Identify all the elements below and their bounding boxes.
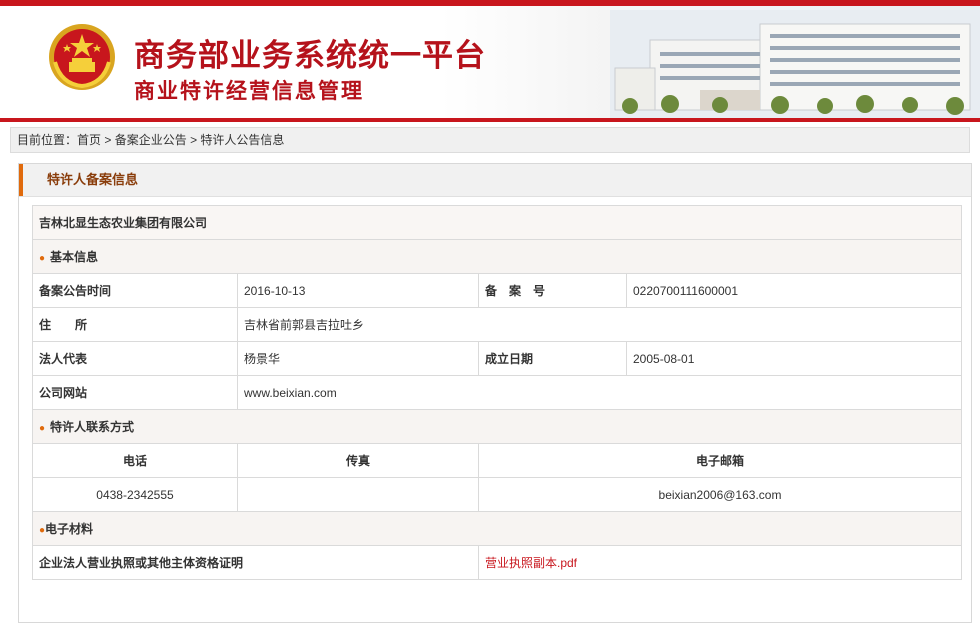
record-no-value: 0220700111600001 (625, 273, 963, 308)
founded-value: 2005-08-01 (625, 341, 963, 376)
table-row: 法人代表 杨景华 成立日期 2005-08-01 (32, 341, 963, 376)
ministry-building-image (610, 10, 980, 118)
fax-value (237, 477, 479, 512)
breadcrumb-separator: > (101, 133, 115, 147)
record-no-label: 备 案 号 (478, 273, 627, 308)
announce-time-value: 2016-10-13 (237, 273, 479, 308)
franchisor-record-panel: 特许人备案信息 吉林北显生态农业集团有限公司 ● 基本信息 备案公告时间 2016… (18, 163, 972, 623)
email-header: 电子邮箱 (477, 443, 963, 478)
fax-header: 传真 (237, 443, 479, 478)
panel-header: 特许人备案信息 (19, 164, 971, 197)
breadcrumb: 目前位置：首页 > 备案企业公告 > 特许人公告信息 (10, 127, 970, 153)
breadcrumb-announcements-link[interactable]: 备案企业公告 (115, 133, 187, 147)
company-name: 吉林北显生态农业集团有限公司 (31, 205, 963, 240)
breadcrumb-prefix: 目前位置： (17, 133, 78, 147)
table-row: 企业法人营业执照或其他主体资格证明 营业执照副本.pdf (32, 545, 963, 580)
table-row: 公司网站 www.beixian.com (32, 375, 963, 410)
website-value: www.beixian.com (236, 375, 963, 410)
website-label: 公司网站 (32, 375, 238, 410)
announce-time-label: 备案公告时间 (32, 273, 238, 308)
legal-rep-value: 杨景华 (237, 341, 479, 376)
company-row: 吉林北显生态农业集团有限公司 (31, 205, 963, 240)
system-subtitle: 商业特许经营信息管理 (134, 79, 364, 103)
national-emblem-icon (49, 24, 115, 90)
table-row: 住 所 吉林省前郭县吉拉吐乡 (32, 307, 963, 342)
panel-title: 特许人备案信息 (47, 172, 139, 187)
bullet-icon: ● (39, 423, 46, 434)
legal-rep-label: 法人代表 (32, 341, 238, 376)
email-value: beixian2006@163.com (477, 477, 963, 512)
section-materials: ●电子材料 (31, 511, 963, 546)
bullet-icon: ● (39, 253, 46, 264)
license-file-link[interactable]: 营业执照副本.pdf (485, 556, 577, 570)
section-contact-title: 特许人联系方式 (50, 420, 135, 434)
license-label: 企业法人营业执照或其他主体资格证明 (32, 545, 479, 580)
contact-value-row: 0438-2342555 beixian2006@163.com (32, 477, 963, 512)
section-materials-title: 电子材料 (45, 522, 94, 536)
contact-header-row: 电话 传真 电子邮箱 (32, 443, 963, 478)
address-value: 吉林省前郭县吉拉吐乡 (236, 307, 963, 342)
header-banner: 商务部业务系统统一平台 商业特许经营信息管理 (0, 0, 980, 122)
section-basic-title: 基本信息 (50, 250, 99, 264)
breadcrumb-home-link[interactable]: 首页 (77, 133, 101, 147)
breadcrumb-separator: > (186, 133, 201, 147)
phone-header: 电话 (32, 443, 238, 478)
section-contact: ● 特许人联系方式 (31, 409, 963, 444)
phone-value: 0438-2342555 (32, 477, 238, 512)
breadcrumb-current: 特许人公告信息 (200, 133, 285, 147)
section-basic-info: ● 基本信息 (31, 239, 963, 274)
banner-bottom-bar (0, 118, 980, 122)
system-title: 商务部业务系统统一平台 (134, 38, 486, 74)
franchisor-info-table: 吉林北显生态农业集团有限公司 ● 基本信息 备案公告时间 2016-10-13 备… (31, 205, 963, 580)
panel-header-accent (19, 164, 23, 196)
table-row: 备案公告时间 2016-10-13 备 案 号 0220700111600001 (32, 273, 963, 308)
address-label: 住 所 (32, 307, 238, 342)
founded-label: 成立日期 (478, 341, 627, 376)
